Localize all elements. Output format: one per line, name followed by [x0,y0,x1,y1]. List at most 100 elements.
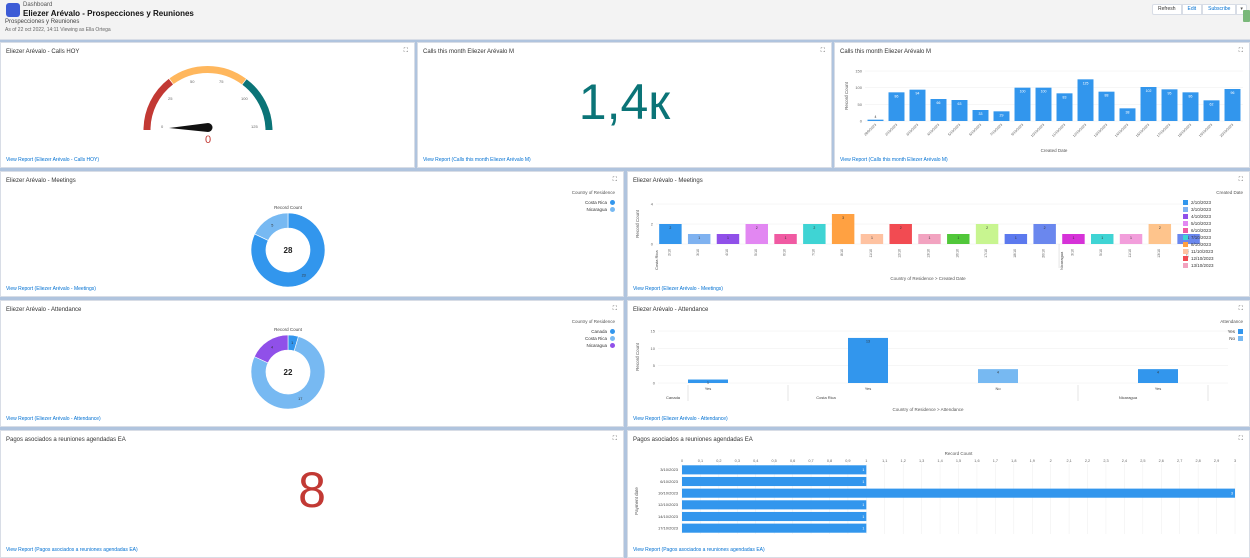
x-tick-label: 0,6 [790,459,795,463]
slice-label: 5 [271,223,273,227]
data-label: 1 [862,480,864,484]
view-report-link[interactable]: View Report (Eliezer Arévalo - Attendanc… [6,416,101,422]
x-tick-label: 3/10 [696,249,700,256]
legend-label: 4/10/2023 [1191,214,1212,219]
legend-swatch [1183,228,1188,233]
y-axis-label: Payment date [634,487,639,515]
data-label: 125 [1083,81,1089,85]
dashboard-header: Dashboard Eliezer Arévalo - Prospeccione… [0,0,1250,40]
x-tick-label: 2,9 [1214,459,1219,463]
view-report-link[interactable]: View Report (Pagos asociados a reuniones… [633,547,765,553]
data-label: 1 [862,503,864,507]
bar [1077,79,1094,121]
donut-title: Record Count [274,205,303,210]
gauge-tick: 125 [251,124,258,129]
donut-total: 28 [284,246,293,255]
x-tick-label: 13/10/2023 [1093,123,1108,138]
legend-swatch [610,343,615,348]
data-label: 2 [900,226,902,230]
x-tick-label: 19/10/2023 [1198,123,1213,138]
data-label: 66 [937,101,941,105]
legend-swatch [1238,329,1243,334]
dashboard-subtitle: Prospecciones y Reuniones [5,19,80,25]
gauge-band-red [143,78,174,131]
x-tick-label: Yes [1155,386,1162,391]
view-report-link[interactable]: View Report (Eliezer Arévalo - Meetings) [6,286,96,292]
meetings-bar-chart: 024Record Count 22/1013/1014/1025/1016/10… [635,202,1203,281]
donut-total: 22 [284,368,293,377]
data-label: 3 [842,216,844,220]
data-label: 88 [1105,94,1109,98]
y-tick-label: 5 [653,363,656,368]
pane-title: Pagos asociados a reuniones agendadas EA [6,437,126,443]
view-report-link[interactable]: View Report (Eliezer Arévalo - Attendanc… [633,416,728,422]
gauge-tick: 0 [161,124,164,129]
data-label: 1 [862,526,864,530]
expand-icon[interactable]: ⛶ [613,436,617,443]
gauge-needle [169,123,213,132]
pane-pagos-metric: Pagos asociados a reuniones agendadas EA… [0,430,624,558]
legend-label: Nicaragua [586,207,607,212]
y-tick-label: 0 [653,381,656,386]
donut-title: Record Count [274,327,303,332]
x-tick-label: 10/10/2023 [1030,123,1045,138]
legend-label: Costa Rica [584,336,607,341]
y-tick-label: 15 [651,329,656,334]
slice-label: 17 [298,397,302,401]
data-label: 2 [1044,226,1046,230]
x-tick-label: 13/10 [1157,249,1161,258]
data-label: 1 [727,236,729,240]
data-label: 62 [1210,102,1214,106]
x-tick-label: 2,2 [1085,459,1090,463]
view-report-link[interactable]: View Report (Eliezer Arévalo - Calls HOY… [6,157,99,163]
pane-calls-hoy: Eliezer Arévalo - Calls HOY ⛶ 0 25 50 75… [0,42,415,168]
x-tick-label: 9/10/2023 [1010,123,1024,137]
view-report-link[interactable]: View Report (Calls this month Eliezer Ar… [840,157,948,163]
edit-button[interactable]: Edit [1181,4,1203,15]
x-tick-label: Yes [705,386,712,391]
data-label: 102 [1146,89,1152,93]
gauge-tick: 75 [219,79,224,84]
data-label: 29 [1000,113,1004,117]
data-label: 33 [979,112,983,116]
x-tick-label: 11/10 [1128,249,1132,258]
legend-item: Costa Rica [525,199,615,206]
x-tick-label: 2,1 [1066,459,1071,463]
gauge-tick: 100 [241,96,248,101]
refresh-button[interactable]: Refresh [1152,4,1182,15]
legend-item: Costa Rica [525,335,615,342]
y-tick-label: 4 [651,202,654,207]
x-tick-label: 12/10 [898,249,902,258]
gauge-value: 0 [205,134,211,146]
expand-icon[interactable]: ⛶ [821,48,825,55]
view-report-link[interactable]: View Report (Calls this month Eliezer Ar… [423,157,531,163]
x-tick-label: Yes [865,386,872,391]
x-tick-label: 7/10/2023 [989,123,1003,137]
legend-label: 2/10/2023 [1191,200,1212,205]
pane-attendance-bar: Eliezer Arévalo - Attendance ⛶ 0 5 10 15 Rec… [627,300,1250,427]
bar [682,476,867,487]
group-label: Costa Rica [654,250,659,270]
x-tick-label: 2,6 [1159,459,1164,463]
x-tick-label: 6/10/2023 [968,123,982,137]
legend-item: 8/10/2023 [1183,241,1243,248]
legend-item: 7/10/2023 [1183,234,1243,241]
data-label: 1 [862,515,864,519]
x-tick-label: 11/10/2023 [1051,123,1066,138]
y-tick-label: 14/10/2023 [658,514,679,519]
legend-swatch [610,207,615,212]
view-report-link[interactable]: View Report (Pagos asociados a reuniones… [6,547,138,553]
side-panel-icon[interactable] [1243,10,1250,22]
view-report-link[interactable]: View Report (Eliezer Arévalo - Meetings) [633,286,723,292]
data-label: 100 [1041,90,1047,94]
y-tick-label: 3/10/2023 [660,467,679,472]
subscribe-button[interactable]: Subscribe [1202,4,1237,15]
pane-pagos-bar: Pagos asociados a reuniones agendadas EA… [627,430,1250,558]
x-tick-label: 0,7 [808,459,813,463]
x-axis-label: Record Count [945,451,974,456]
x-tick-label: 4/10/2023 [926,123,940,137]
data-label: 1 [707,381,709,385]
y-tick-label: 100 [855,85,862,90]
legend-swatch [1238,336,1243,341]
x-tick-label: 0,2 [716,459,721,463]
